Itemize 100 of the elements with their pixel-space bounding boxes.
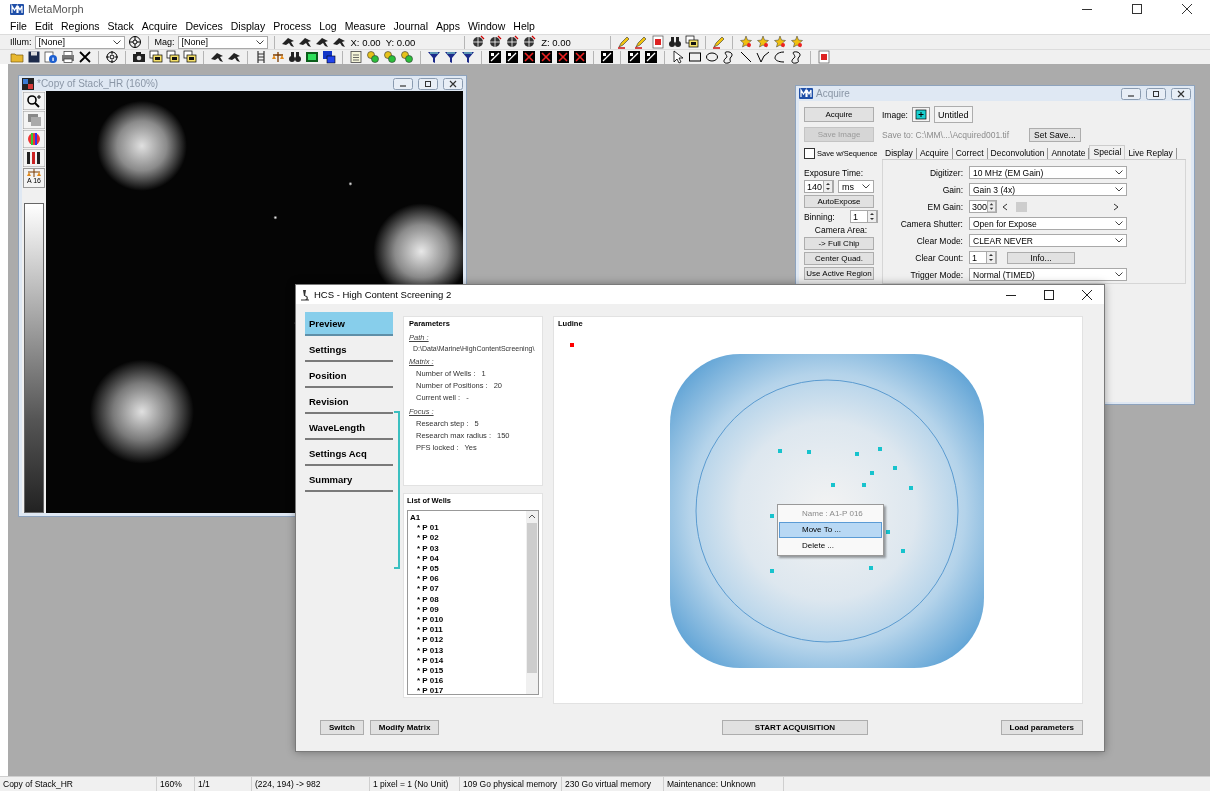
star-icon[interactable] [755, 35, 770, 49]
menu-item[interactable]: Journal [389, 20, 432, 32]
dropdown[interactable]: 10 MHz (EM Gain) [969, 166, 1127, 179]
maximize-icon[interactable] [1132, 4, 1142, 14]
pencil-icon[interactable] [616, 35, 631, 49]
maximize-icon[interactable] [1146, 87, 1166, 100]
image-icon[interactable] [322, 50, 336, 64]
position-marker[interactable] [770, 569, 774, 573]
checkbox[interactable] [804, 147, 815, 159]
menu-item[interactable]: Window [463, 20, 510, 32]
position-marker[interactable] [778, 449, 782, 453]
camera-area-button[interactable]: Use Active Region [804, 267, 874, 280]
position-marker[interactable] [870, 471, 874, 475]
tab[interactable]: Display [882, 148, 917, 159]
tree-item[interactable]: * P 014 [410, 655, 524, 667]
tree-item[interactable]: A1 [410, 513, 524, 524]
menu-item[interactable]: Apps [432, 20, 464, 32]
close-icon[interactable] [1182, 4, 1192, 14]
crosshair-icon[interactable] [105, 50, 119, 64]
tree-item[interactable]: * P 012 [410, 635, 524, 646]
funnel-icon[interactable] [444, 50, 458, 64]
menu-item[interactable]: Stack [103, 20, 138, 32]
focus-icon[interactable] [505, 35, 520, 49]
tab[interactable]: Deconvolution [987, 148, 1049, 159]
acquire-button[interactable]: Acquire [804, 107, 874, 122]
position-marker[interactable] [862, 483, 866, 487]
binoculars-icon[interactable] [288, 50, 302, 64]
stage-arrow-icon[interactable] [227, 50, 241, 64]
scrollbar-drawing[interactable] [526, 511, 538, 694]
maximize-icon[interactable] [418, 77, 438, 90]
image-icon[interactable] [505, 50, 519, 64]
star-icon[interactable] [789, 35, 804, 49]
dropdown[interactable]: Normal (TIMED) [969, 268, 1127, 281]
print-icon[interactable] [61, 50, 75, 64]
zoom-icon[interactable] [23, 92, 45, 110]
tree-item[interactable]: * P 06 [410, 574, 524, 585]
image-name-button[interactable]: Untitled [934, 106, 973, 123]
close-icon[interactable] [1082, 289, 1092, 300]
tree-item[interactable]: * P 09 [410, 604, 524, 616]
dropdown[interactable]: Gain 3 (4x) [969, 183, 1127, 196]
pencil-icon[interactable] [633, 35, 648, 49]
spin-field[interactable]: 140 [804, 180, 834, 193]
menu-item[interactable]: Help [509, 20, 539, 32]
binoculars-icon[interactable] [667, 35, 682, 49]
ellipse-icon[interactable] [705, 50, 719, 64]
menu-item[interactable]: Log [315, 20, 341, 32]
menu-item[interactable]: Delete ... [779, 538, 882, 554]
polyline-icon[interactable] [756, 50, 770, 64]
tab[interactable]: Special [1089, 145, 1126, 159]
tree-item[interactable]: * P 04 [410, 553, 524, 564]
footer-button[interactable]: Switch [320, 720, 364, 735]
tab[interactable]: Acquire [916, 148, 953, 159]
funnel-icon[interactable] [427, 50, 441, 64]
funnel-icon[interactable] [461, 50, 475, 64]
blobs-icon[interactable] [400, 50, 414, 64]
dropdown[interactable]: [None] [34, 35, 125, 49]
star-icon[interactable] [772, 35, 787, 49]
info-button[interactable]: Info... [1007, 251, 1075, 264]
menu-item[interactable]: Regions [57, 20, 104, 32]
camera-area-button[interactable]: Center Quad. [804, 252, 874, 265]
stack-icon[interactable] [183, 50, 197, 64]
position-marker[interactable] [855, 452, 859, 456]
image-icon[interactable] [522, 50, 536, 64]
save-icon[interactable] [27, 50, 41, 64]
freehand-icon[interactable] [722, 50, 736, 64]
tree-item[interactable]: * P 010 [410, 615, 524, 626]
tree-item[interactable]: * P 03 [410, 543, 524, 554]
footer-button[interactable]: Load parameters [1000, 720, 1083, 735]
tab[interactable]: Correct [952, 148, 988, 159]
maximize-icon[interactable] [1044, 289, 1054, 300]
camera-area-button[interactable]: -> Full Chip [804, 237, 874, 250]
ladder-icon[interactable] [254, 50, 268, 64]
focus-icon[interactable] [471, 35, 486, 49]
focus-icon[interactable] [522, 35, 537, 49]
close-icon[interactable] [1171, 87, 1191, 100]
menu-item[interactable]: Measure [340, 20, 390, 32]
dropdown[interactable]: Open for Expose [969, 217, 1127, 230]
stack-icon[interactable] [684, 35, 699, 49]
new-image-icon[interactable] [912, 107, 930, 122]
footer-button[interactable]: START ACQUISITION [721, 720, 868, 735]
tree-item[interactable]: * P 015 [410, 666, 524, 677]
menu-item[interactable]: File [6, 20, 31, 32]
camera-icon[interactable] [132, 50, 146, 64]
cross-icon[interactable] [78, 50, 92, 64]
dropdown[interactable]: CLEAR NEVER [969, 234, 1127, 247]
scale-icon[interactable] [271, 50, 285, 64]
position-marker[interactable] [770, 514, 774, 518]
image-icon[interactable] [600, 50, 614, 64]
close-icon[interactable] [443, 77, 463, 90]
autoexpose-button[interactable]: AutoExpose [804, 195, 874, 208]
arc-icon[interactable] [773, 50, 787, 64]
spin-field[interactable]: 1 [850, 210, 878, 223]
dropdown[interactable]: [None] [177, 35, 268, 49]
blobs-icon[interactable] [383, 50, 397, 64]
position-marker[interactable] [831, 483, 835, 487]
document-icon[interactable] [817, 50, 831, 64]
menu-item[interactable]: Display [226, 20, 270, 32]
rectangle-icon[interactable] [688, 50, 702, 64]
image-icon[interactable] [644, 50, 658, 64]
position-marker[interactable] [886, 530, 890, 534]
